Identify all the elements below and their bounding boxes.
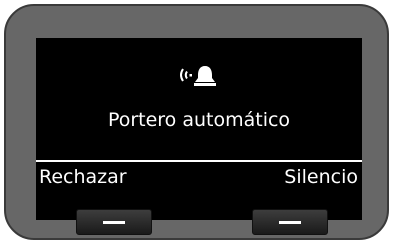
softkey-bar: Rechazar Silencio [36, 160, 362, 191]
phone-display-panel: Portero automático Rechazar Silencio [4, 4, 389, 240]
caller-label: Portero automático [107, 109, 291, 131]
display-screen: Portero automático Rechazar Silencio [36, 38, 362, 220]
reject-softkey-button[interactable] [76, 209, 152, 235]
silence-softkey-label: Silencio [284, 166, 358, 188]
dash-icon [279, 221, 301, 224]
dash-icon [103, 221, 125, 224]
silence-softkey-button[interactable] [252, 209, 328, 235]
incoming-ring-icon [180, 66, 216, 86]
reject-softkey-label: Rechazar [39, 166, 127, 188]
status-icon-row [36, 64, 362, 86]
